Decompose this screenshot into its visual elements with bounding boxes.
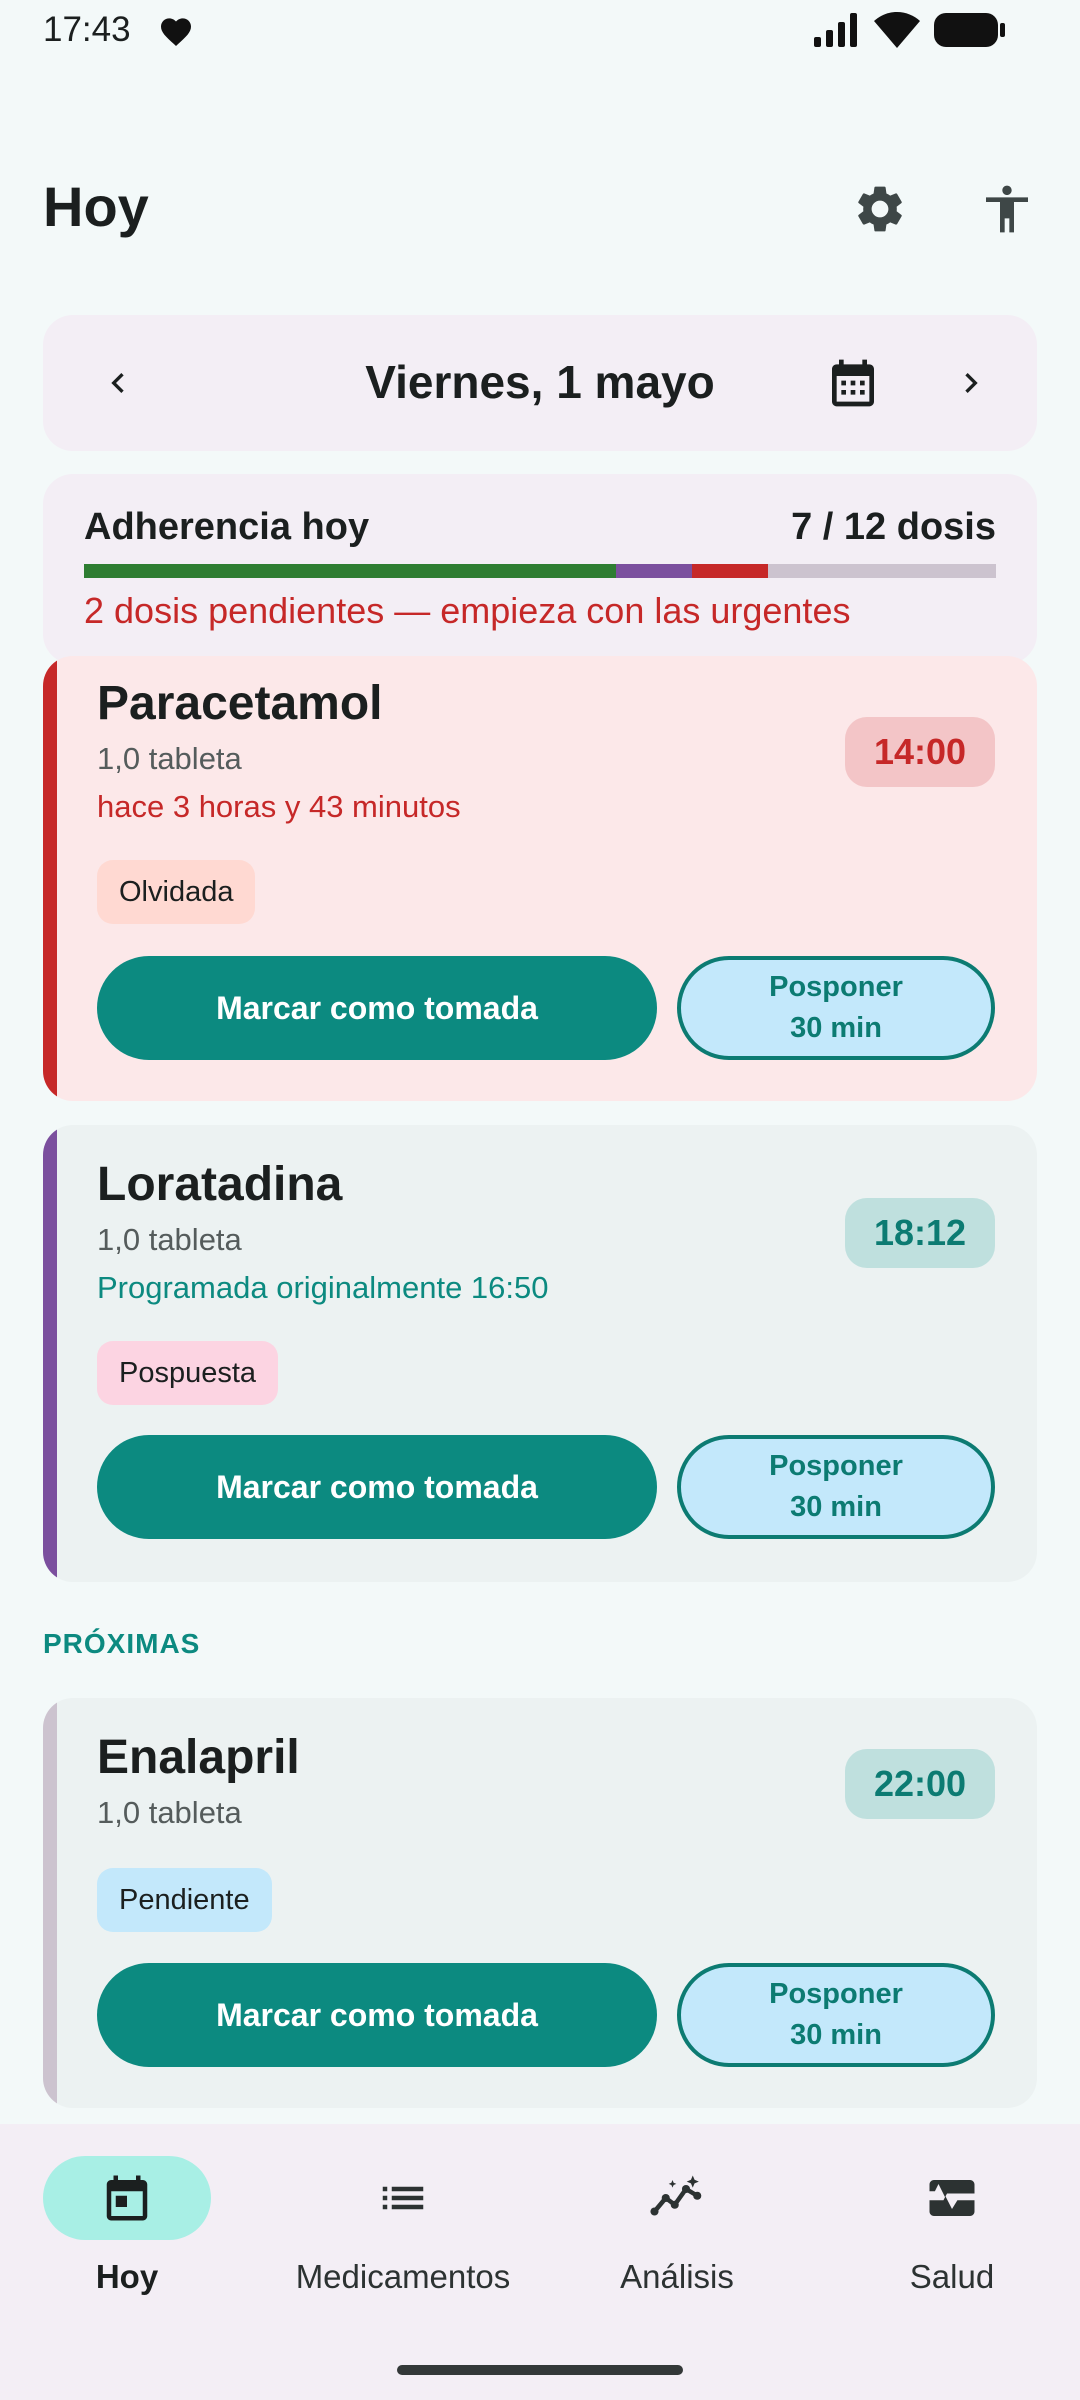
dose-status-strip — [43, 1698, 57, 2108]
postpone-label: Posponer — [769, 971, 903, 1003]
postpone-duration: 30 min — [790, 1012, 882, 1044]
nav-icon-container — [319, 2156, 487, 2240]
medication-name: Enalapril — [97, 1731, 300, 1784]
nav-icon-container — [868, 2156, 1036, 2240]
dose-overdue-note: hace 3 horas y 43 minutos — [97, 789, 461, 824]
system-status-icons — [814, 12, 1006, 48]
home-indicator — [397, 2365, 683, 2375]
mark-taken-button[interactable]: Marcar como tomada — [97, 1963, 657, 2067]
nav-item-medicamentos[interactable]: Medicamentos — [268, 2156, 538, 2296]
postpone-button[interactable]: Posponer 30 min — [677, 1435, 995, 1539]
heart-icon — [161, 18, 191, 46]
nav-item-hoy[interactable]: Hoy — [0, 2156, 262, 2296]
nav-active-indicator — [43, 2156, 211, 2240]
accessibility-button[interactable] — [972, 174, 1042, 244]
chevron-right-icon — [965, 373, 978, 393]
dose-quantity: 1,0 tableta — [97, 1222, 242, 1257]
signal-icon — [814, 13, 857, 47]
adherence-missed-segment — [691, 564, 768, 578]
nav-item-analisis[interactable]: Análisis — [542, 2156, 812, 2296]
bottom-navigation: Hoy Medicamentos Análisis Salud — [0, 2124, 1080, 2400]
accessibility-icon — [986, 185, 1028, 233]
adherence-taken-segment — [84, 564, 616, 578]
status-chip-missed: Olvidada — [97, 860, 256, 924]
dose-card-loratadina: Loratadina 1,0 tableta Programada origin… — [43, 1125, 1037, 1582]
dose-quantity: 1,0 tableta — [97, 741, 242, 776]
settings-button[interactable] — [845, 174, 915, 244]
battery-icon — [934, 13, 1005, 47]
medication-name: Loratadina — [97, 1158, 343, 1211]
postpone-label: Posponer — [769, 1978, 903, 2010]
wifi-icon — [874, 12, 920, 48]
mark-taken-button[interactable]: Marcar como tomada — [97, 1435, 657, 1539]
status-time: 17:43 — [43, 10, 131, 49]
pending-doses-warning: 2 dosis pendientes — empieza con las urg… — [84, 590, 851, 631]
calendar-picker-button[interactable] — [818, 348, 888, 418]
postpone-button[interactable]: Posponer 30 min — [677, 956, 995, 1060]
nav-label: Hoy — [95, 2258, 159, 2295]
nav-label: Salud — [909, 2258, 995, 2295]
calendar-icon — [832, 359, 874, 407]
upcoming-section-label: PRÓXIMAS — [43, 1628, 201, 1659]
gear-icon — [858, 186, 902, 232]
nav-label: Medicamentos — [295, 2258, 511, 2295]
postpone-duration: 30 min — [790, 1491, 882, 1523]
adherence-postponed-segment — [616, 564, 692, 578]
nav-label: Análisis — [620, 2258, 734, 2295]
list-icon — [382, 2186, 424, 2210]
adherence-count: 7 / 12 dosis — [791, 506, 996, 548]
dose-status-strip — [43, 1125, 57, 1582]
dose-card-enalapril: Enalapril 1,0 tableta 22:00 Pendiente Ma… — [43, 1698, 1037, 2108]
nav-item-salud[interactable]: Salud — [817, 2156, 1080, 2296]
medication-name: Paracetamol — [97, 677, 383, 730]
next-day-button[interactable] — [936, 348, 1006, 418]
status-chip-postponed: Pospuesta — [97, 1341, 279, 1405]
postpone-duration: 30 min — [790, 2019, 882, 2051]
page-title: Hoy — [43, 175, 149, 238]
dose-original-time-note: Programada originalmente 16:50 — [97, 1270, 549, 1305]
postpone-button[interactable]: Posponer 30 min — [677, 1963, 995, 2067]
adherence-progress-bar — [84, 564, 996, 578]
postpone-label: Posponer — [769, 1450, 903, 1482]
nav-icon-container — [593, 2156, 761, 2240]
dose-status-strip — [43, 656, 57, 1101]
date-navigator: Viernes, 1 mayo — [43, 315, 1037, 451]
dose-time-badge: 18:12 — [845, 1198, 995, 1268]
mark-taken-button[interactable]: Marcar como tomada — [97, 956, 657, 1060]
insights-icon — [650, 2175, 702, 2216]
dose-card-paracetamol: Paracetamol 1,0 tableta hace 3 horas y 4… — [43, 656, 1037, 1101]
dose-time-badge: 14:00 — [845, 717, 995, 787]
adherence-title: Adherencia hoy — [84, 506, 370, 548]
status-chip-pending: Pendiente — [97, 1868, 272, 1932]
dose-time-badge: 22:00 — [845, 1749, 995, 1819]
calendar-today-icon — [106, 2175, 148, 2221]
dose-quantity: 1,0 tableta — [97, 1795, 242, 1830]
monitor-heart-icon — [929, 2180, 975, 2216]
adherence-summary: Adherencia hoy 7 / 12 dosis 2 dosis pend… — [43, 474, 1037, 664]
